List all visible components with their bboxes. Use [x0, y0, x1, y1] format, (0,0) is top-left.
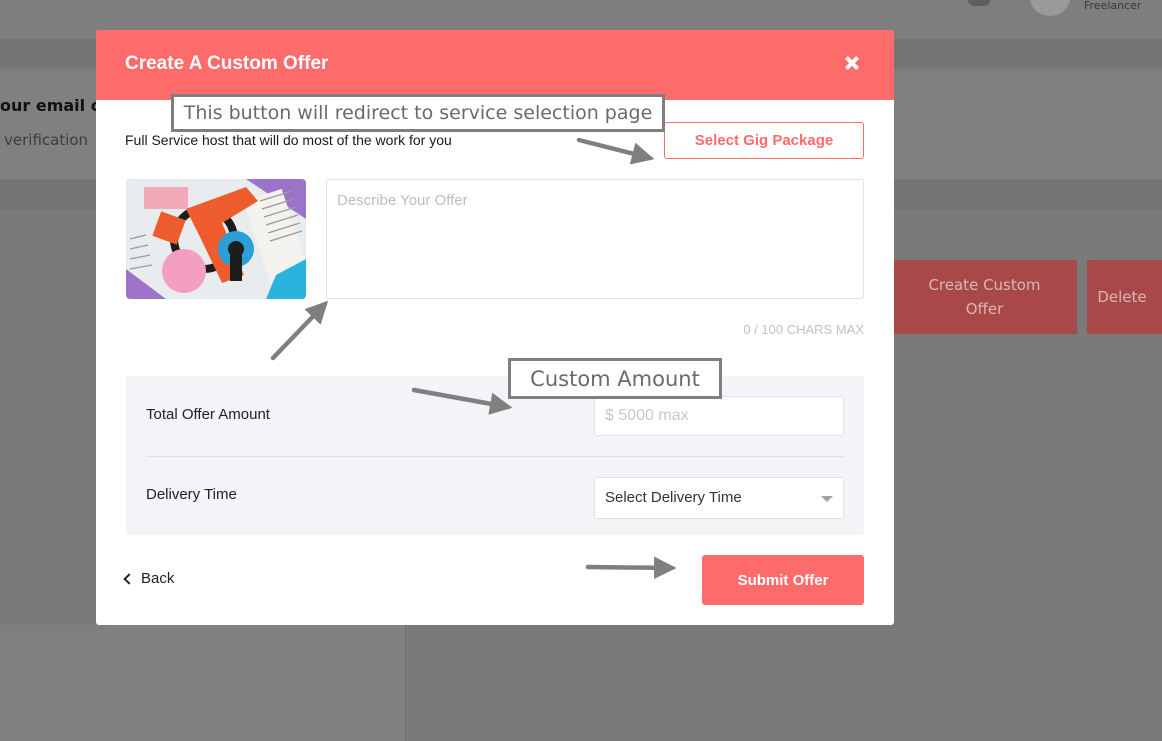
delivery-time-label: Delivery Time [146, 486, 237, 503]
offer-description-textarea[interactable] [326, 179, 864, 299]
back-label: Back [141, 570, 175, 587]
bell-icon[interactable] [968, 0, 990, 6]
left-panel [0, 625, 106, 741]
select-gig-package-label: Select Gig Package [694, 132, 834, 149]
modal-header: Create A Custom Offer [96, 30, 894, 100]
create-custom-offer-button[interactable]: Create Custom Offer [892, 260, 1077, 334]
total-offer-amount-label: Total Offer Amount [146, 406, 270, 423]
delete-button[interactable]: Delete [1087, 260, 1162, 334]
verification-title: our email c [0, 96, 101, 115]
custom-amount-annotation: Custom Amount [508, 358, 722, 399]
back-link[interactable]: Back [123, 570, 175, 587]
delivery-time-select[interactable]: Select Delivery Time [594, 477, 844, 519]
select-gig-package-button[interactable]: Select Gig Package [664, 122, 864, 159]
row-divider [146, 456, 844, 457]
offer-details-panel: Total Offer Amount Delivery Time Select … [126, 376, 864, 535]
submit-offer-label: Submit Offer [737, 571, 829, 589]
close-icon[interactable] [843, 54, 861, 72]
modal-title: Create A Custom Offer [125, 53, 329, 74]
submit-offer-button[interactable]: Submit Offer [702, 555, 864, 605]
offer-amount-input[interactable] [594, 396, 844, 436]
middle-panel [106, 625, 406, 741]
redirect-annotation: This button will redirect to service sel… [171, 94, 665, 132]
user-role: Freelancer [1084, 0, 1142, 12]
service-description: Full Service host that will do most of t… [125, 132, 452, 148]
delivery-time-value: Select Delivery Time [605, 489, 742, 506]
gig-thumbnail [126, 179, 306, 299]
chevron-down-icon [821, 496, 833, 502]
char-count: 0 / 100 CHARS MAX [743, 322, 864, 337]
avatar[interactable] [1030, 0, 1070, 16]
chevron-left-icon [123, 572, 135, 585]
verification-subtitle: verification [4, 131, 89, 149]
